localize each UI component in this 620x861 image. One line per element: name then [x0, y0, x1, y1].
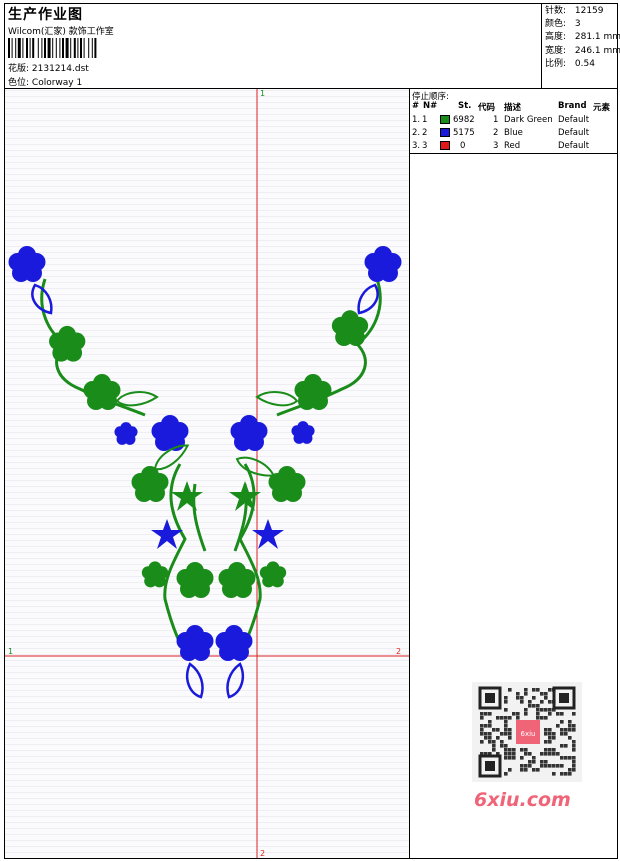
- color-swatch: [440, 141, 450, 150]
- right-bottom-blue-rose: [215, 625, 253, 661]
- file-name: 2131214.dst: [31, 64, 89, 74]
- stop-row[interactable]: 1. 1 6982 1 Dark Green Default: [410, 114, 617, 127]
- guide-label-left: 1: [8, 647, 13, 656]
- embroidery-design: 1 2 1 2: [5, 89, 409, 858]
- right-low-green-rose: [218, 562, 256, 598]
- stat-height: 高度: 281.1 mm: [545, 32, 620, 43]
- left-mid-green-flower: [83, 374, 121, 410]
- col-num: #: [412, 101, 420, 111]
- row-code: 2: [493, 128, 499, 138]
- row-no: 1: [422, 115, 428, 125]
- stat-stitches: 针数: 12159: [545, 6, 604, 16]
- guide-label-bottom: 2: [260, 849, 265, 858]
- right-upper-green-flower: [331, 310, 369, 347]
- header-divider-vertical: [541, 3, 542, 88]
- row-description: Red: [504, 141, 521, 151]
- stat-scale: 比例: 0.54: [545, 58, 595, 69]
- row-stitches: 0: [460, 141, 466, 151]
- col-stitches: St.: [458, 101, 472, 111]
- left-top-blue-flower: [8, 246, 46, 282]
- right-leaf-1: [256, 391, 298, 407]
- left-green-rose: [131, 466, 169, 502]
- left-small-green-flower: [141, 561, 169, 588]
- row-no: 3: [422, 141, 428, 151]
- row-no: 2: [422, 128, 428, 138]
- right-top-blue-flower: [364, 246, 402, 282]
- right-motif: [215, 246, 402, 699]
- right-small-blue-flower: [291, 421, 315, 444]
- stat-width: 宽度: 246.1 mm: [545, 45, 620, 56]
- col-element: 元素: [593, 103, 611, 113]
- colorway-label: 色位:: [8, 78, 30, 88]
- colorway-info: 色位: Colorway 1: [8, 75, 82, 88]
- guide-label-right: 2: [396, 647, 401, 656]
- right-mid-green-flower: [294, 374, 332, 410]
- right-top-blue-bud: [357, 283, 379, 315]
- row-num: 3.: [412, 141, 421, 151]
- left-bottom-blue-bud: [185, 662, 204, 699]
- row-stitches: 6982: [453, 115, 475, 125]
- row-description: Blue: [504, 128, 523, 138]
- design-stats: 针数: 12159 颜色: 3 高度: 281.1 mm 宽度: 246.1 m…: [545, 5, 620, 71]
- col-brand: Brand: [558, 101, 587, 111]
- col-code: 代码: [478, 103, 496, 113]
- stop-row[interactable]: 3. 3 0 3 Red Default: [410, 140, 617, 153]
- left-motif: [8, 246, 214, 699]
- right-green-rose: [268, 466, 306, 502]
- design-canvas[interactable]: 1 2 1 2: [5, 89, 409, 858]
- row-brand: Default: [558, 141, 590, 151]
- company-name: Wilcom(汇家) 款饰工作室: [8, 27, 114, 37]
- stat-colors: 颜色: 3: [545, 19, 581, 30]
- panel-divider: [410, 153, 617, 154]
- color-swatch: [440, 115, 450, 124]
- file-info: 花版: 2131214.dst: [8, 61, 89, 74]
- row-num: 2.: [412, 128, 421, 138]
- left-stem-lower: [163, 463, 187, 650]
- col-description: 描述: [504, 103, 522, 113]
- site-watermark: 6xiu.com: [474, 789, 571, 811]
- right-blue-rose: [230, 415, 268, 451]
- row-brand: Default: [558, 128, 590, 138]
- left-leaf-1: [116, 391, 158, 407]
- col-no: N#: [423, 101, 438, 111]
- left-green-star: [171, 481, 203, 511]
- row-description: Dark Green: [504, 115, 553, 125]
- row-code: 1: [493, 115, 499, 125]
- row-brand: Default: [558, 115, 590, 125]
- barcode: [8, 38, 97, 58]
- qr-logo-text: 6xiu: [521, 730, 536, 738]
- guide-label-top: 1: [260, 89, 265, 98]
- file-label: 花版:: [8, 64, 30, 74]
- stop-row[interactable]: 2. 2 5175 2 Blue Default: [410, 127, 617, 140]
- left-upper-green-flower: [49, 325, 86, 362]
- color-swatch: [440, 128, 450, 137]
- stop-sequence-header: # N# St. 代码 描述 Brand 元素: [410, 101, 617, 113]
- right-bottom-blue-bud: [226, 662, 245, 699]
- page-title: 生产作业图: [8, 7, 83, 23]
- right-small-green-flower: [259, 561, 287, 588]
- row-num: 1.: [412, 115, 421, 125]
- row-stitches: 5175: [453, 128, 475, 138]
- left-small-blue-flower: [114, 422, 138, 445]
- qr-code-watermark: 6xiu: [472, 682, 582, 782]
- row-code: 3: [493, 141, 499, 151]
- colorway-name: Colorway 1: [31, 78, 83, 88]
- production-sheet: 生产作业图 Wilcom(汇家) 款饰工作室 花版: 2131214.dst 色…: [0, 0, 620, 861]
- left-bottom-blue-rose: [176, 625, 214, 661]
- left-low-green-rose: [176, 562, 214, 598]
